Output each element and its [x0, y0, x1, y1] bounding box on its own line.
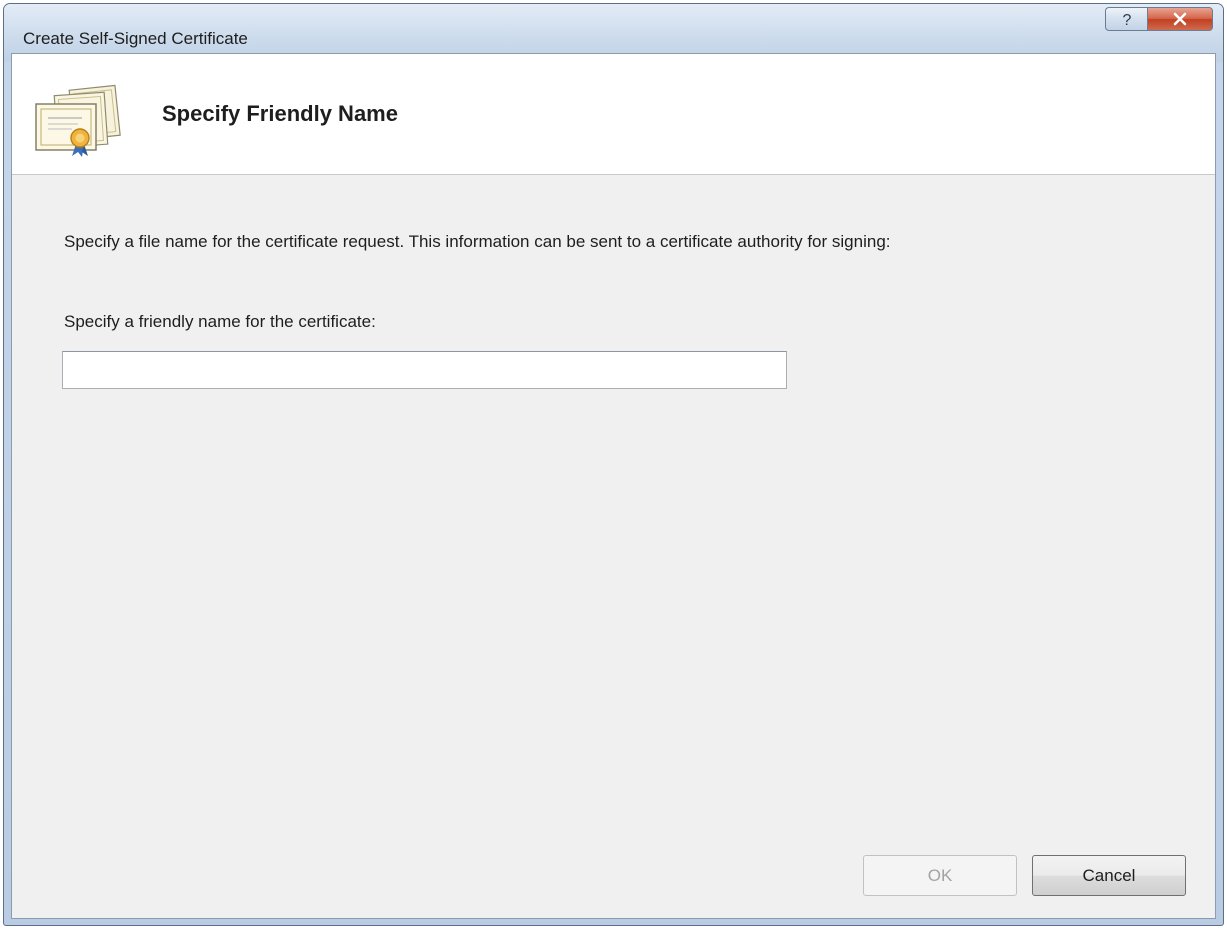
certificate-icon [35, 84, 121, 157]
help-button[interactable]: ? [1105, 7, 1147, 31]
ok-button[interactable]: OK [863, 855, 1017, 896]
instructions-text: Specify a file name for the certificate … [64, 232, 891, 251]
close-button[interactable] [1147, 7, 1213, 31]
svg-text:?: ? [1122, 12, 1131, 28]
cancel-button[interactable]: Cancel [1032, 855, 1186, 896]
dialog-window: Create Self-Signed Certificate ? Specify… [3, 3, 1224, 926]
caption-buttons: ? [1105, 7, 1213, 31]
wizard-header: Specify Friendly Name [12, 54, 1215, 175]
close-icon [1173, 12, 1187, 26]
friendly-name-label: Specify a friendly name for the certific… [64, 312, 376, 331]
help-icon: ? [1122, 12, 1131, 28]
page-title: Specify Friendly Name [162, 101, 398, 126]
window-title: Create Self-Signed Certificate [23, 29, 248, 48]
friendly-name-input[interactable] [62, 351, 787, 389]
dialog-client-area: Specify Friendly Name Specify a file nam… [11, 53, 1216, 919]
